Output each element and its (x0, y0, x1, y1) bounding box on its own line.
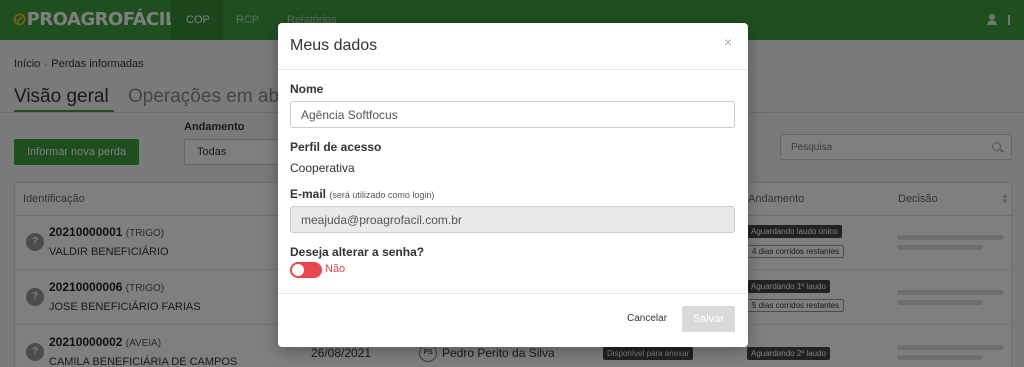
email-field (290, 206, 735, 233)
access-profile-value: Cooperativa (290, 161, 355, 175)
close-icon[interactable]: × (724, 34, 732, 50)
name-input[interactable] (290, 101, 735, 128)
save-button[interactable]: Salvar (682, 306, 735, 332)
modal-footer-divider (278, 293, 748, 294)
cancel-button[interactable]: Cancelar (627, 313, 667, 324)
name-label: Nome (290, 82, 324, 96)
change-password-toggle[interactable] (290, 262, 322, 278)
my-data-modal: Meus dados × Nome Perfil de acesso Coope… (278, 23, 748, 347)
modal-header-divider (278, 69, 748, 70)
email-hint: (será utilizado como login) (329, 190, 435, 200)
change-password-label: Deseja alterar a senha? (290, 245, 425, 259)
change-password-toggle-text: Não (325, 263, 346, 275)
email-label: E-mail (será utilizado como login) (290, 187, 435, 201)
access-profile-label: Perfil de acesso (290, 140, 382, 154)
toggle-knob (292, 264, 304, 276)
modal-title: Meus dados (290, 37, 378, 54)
